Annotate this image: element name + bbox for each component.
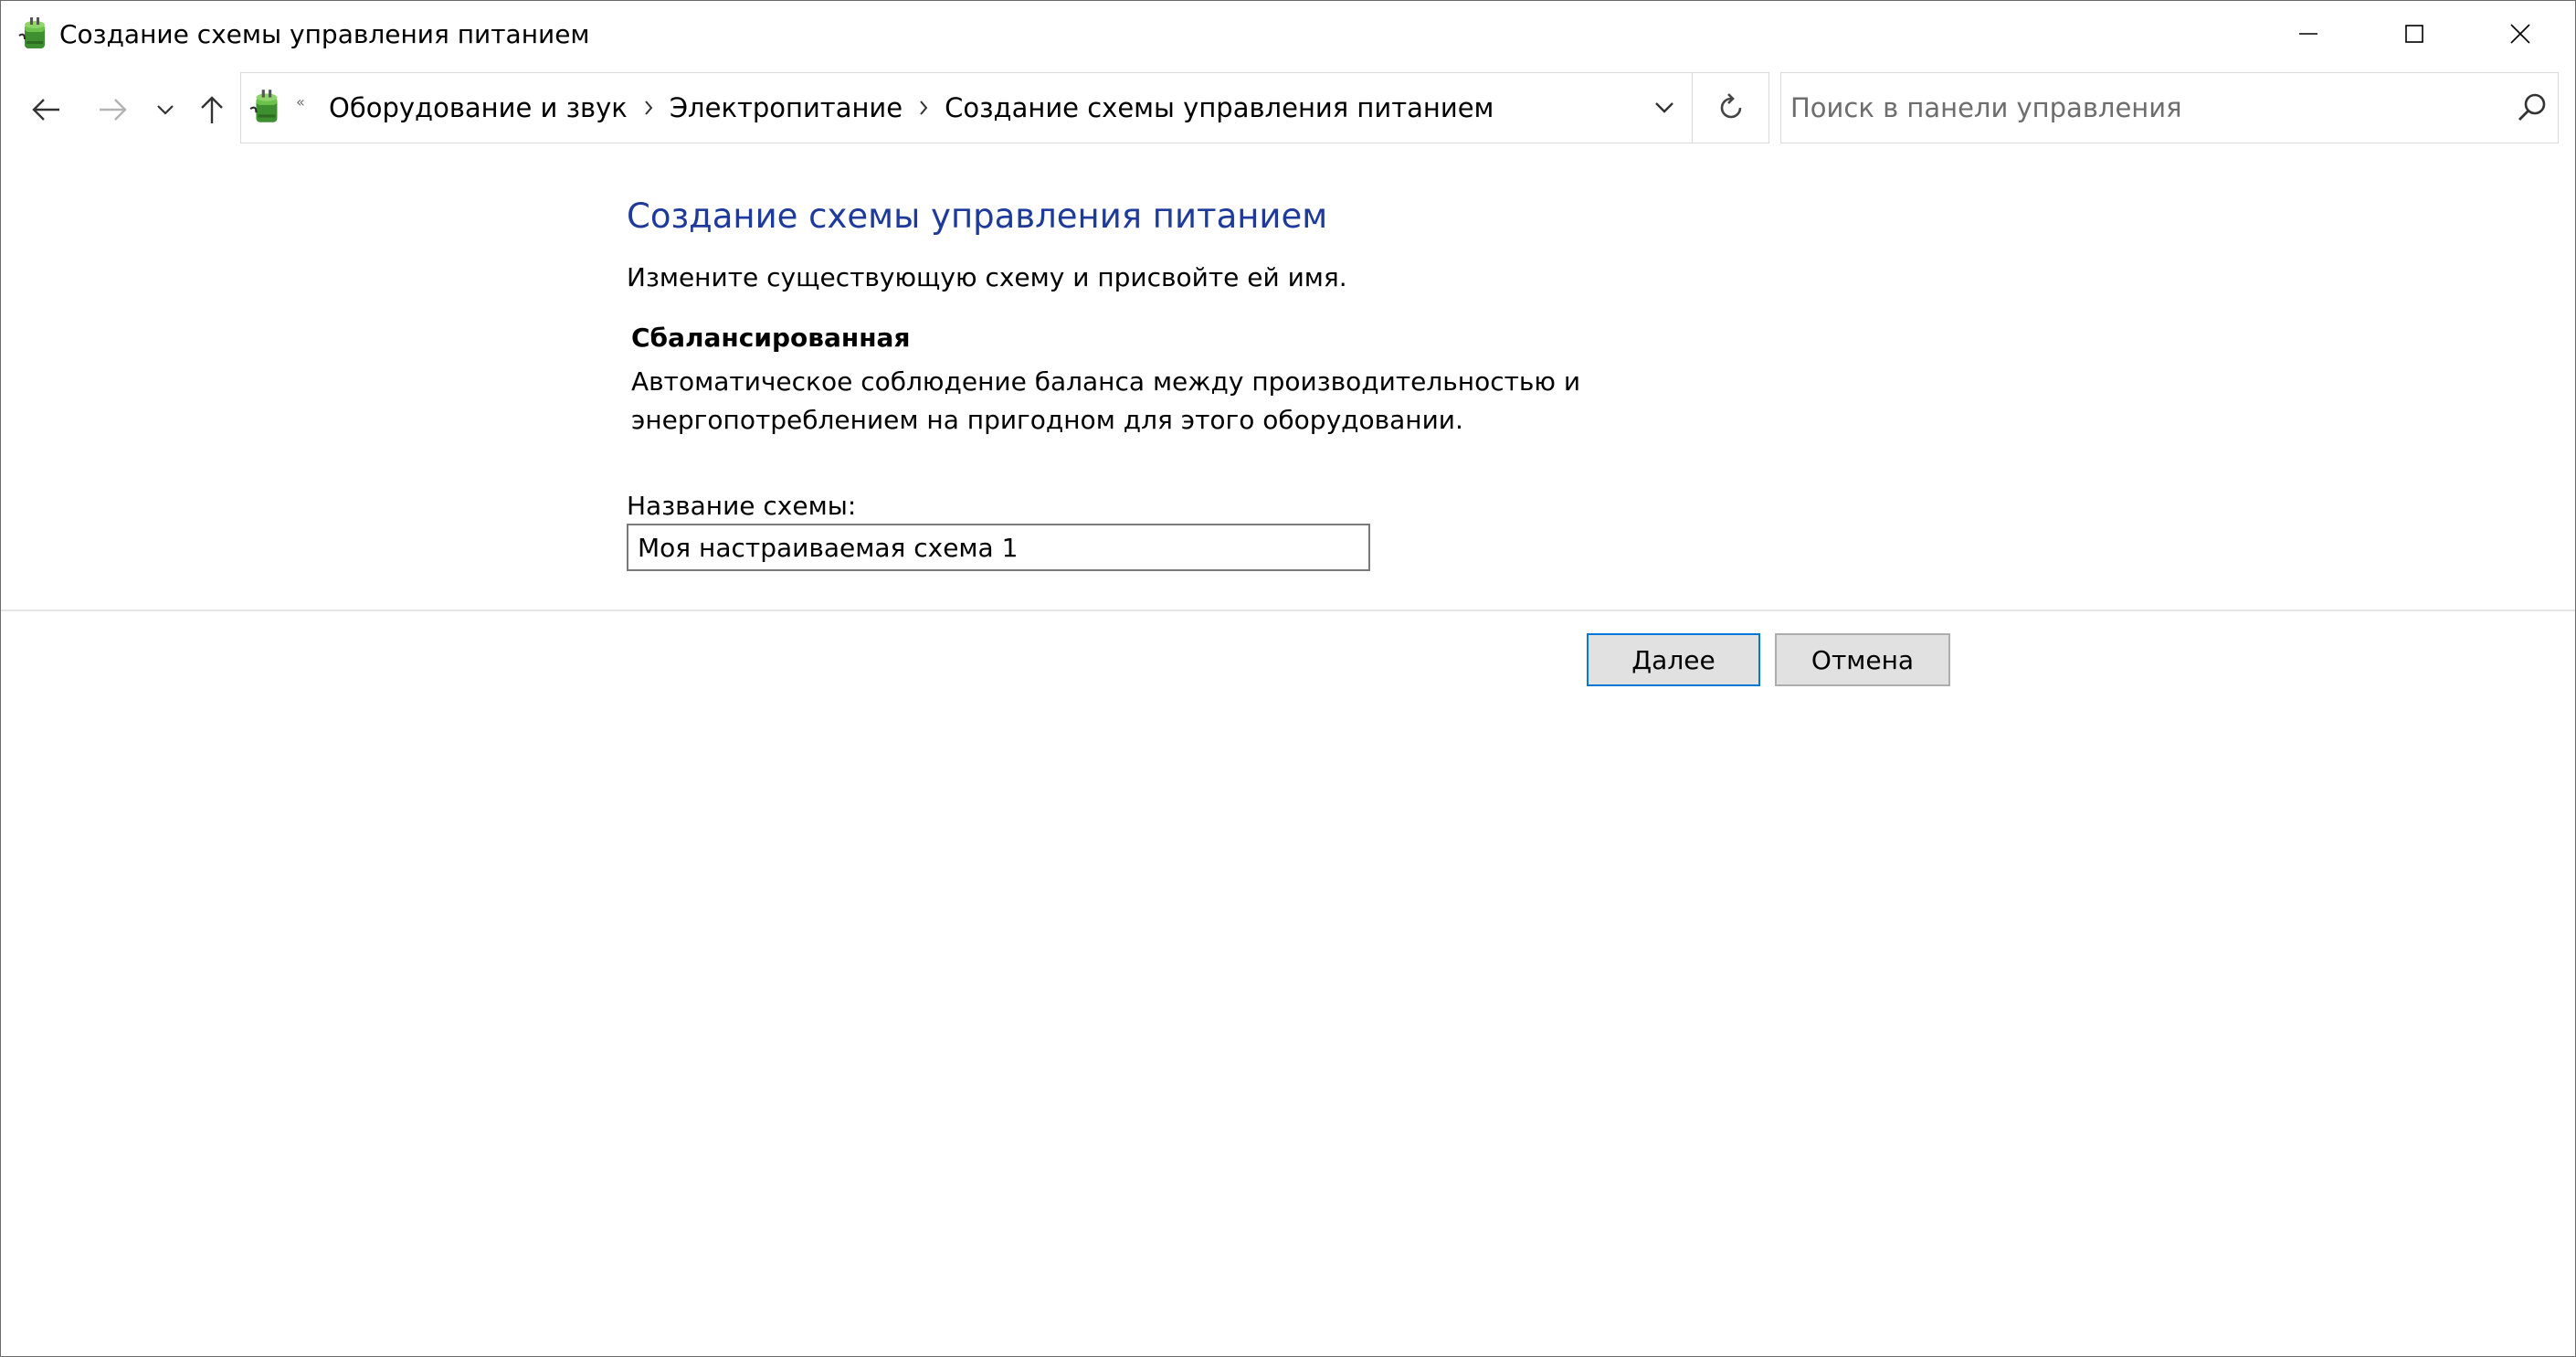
close-button[interactable] bbox=[2467, 1, 2573, 67]
search-icon[interactable] bbox=[2516, 91, 2549, 124]
maximize-button[interactable] bbox=[2361, 1, 2467, 67]
recent-locations-button[interactable] bbox=[147, 83, 184, 136]
up-button[interactable] bbox=[189, 83, 235, 136]
divider bbox=[1, 610, 2575, 611]
breadcrumb: Оборудование и звук Электропитание Созда… bbox=[323, 73, 1499, 143]
breadcrumb-item-hardware-sound[interactable]: Оборудование и звук bbox=[323, 92, 633, 123]
base-plan-name: Сбалансированная bbox=[631, 323, 911, 353]
base-plan-description: Автоматическое соблюдение баланса между … bbox=[631, 366, 1581, 435]
window-title: Создание схемы управления питанием bbox=[59, 19, 590, 49]
close-icon bbox=[2510, 24, 2530, 44]
scheme-name-input[interactable] bbox=[627, 524, 1370, 571]
forward-button[interactable] bbox=[87, 83, 138, 136]
back-button[interactable] bbox=[21, 83, 72, 136]
address-history-button[interactable] bbox=[1639, 73, 1690, 143]
search-box[interactable] bbox=[1780, 72, 2559, 143]
main-content: Создание схемы управления питанием Измен… bbox=[1, 153, 2575, 1356]
power-options-icon bbox=[16, 14, 56, 54]
address-bar[interactable]: « Оборудование и звук Электропитание Соз… bbox=[240, 72, 1693, 143]
page-subtitle: Измените существующую схему и присвойте … bbox=[627, 262, 1347, 292]
page-title: Создание схемы управления питанием bbox=[627, 196, 1328, 236]
title-bar: Создание схемы управления питанием bbox=[1, 1, 2575, 67]
arrow-right-icon bbox=[100, 99, 127, 121]
refresh-icon bbox=[1720, 93, 1741, 119]
power-options-icon bbox=[247, 86, 289, 128]
chevron-right-icon[interactable] bbox=[633, 90, 664, 126]
maximize-icon bbox=[2405, 25, 2423, 43]
scheme-name-label: Название схемы: bbox=[627, 491, 857, 521]
chevron-down-icon bbox=[1655, 102, 1673, 113]
minimize-icon bbox=[2299, 33, 2317, 35]
next-button[interactable]: Далее bbox=[1587, 633, 1760, 686]
power-plan-window: Создание схемы управления питанием « Обо… bbox=[0, 0, 2576, 1357]
navigation-bar: « Оборудование и звук Электропитание Соз… bbox=[1, 67, 2575, 153]
arrow-left-icon bbox=[32, 99, 59, 121]
search-input[interactable] bbox=[1790, 73, 2485, 143]
breadcrumb-item-power-options[interactable]: Электропитание bbox=[664, 92, 908, 123]
breadcrumb-overflow[interactable]: « bbox=[296, 93, 305, 111]
cancel-button[interactable]: Отмена bbox=[1775, 633, 1950, 686]
chevron-down-icon bbox=[157, 105, 174, 115]
breadcrumb-item-create-plan[interactable]: Создание схемы управления питанием bbox=[939, 92, 1499, 123]
refresh-button[interactable] bbox=[1693, 72, 1769, 143]
chevron-right-icon[interactable] bbox=[908, 90, 939, 126]
minimize-button[interactable] bbox=[2255, 1, 2361, 67]
arrow-up-icon bbox=[201, 96, 223, 123]
